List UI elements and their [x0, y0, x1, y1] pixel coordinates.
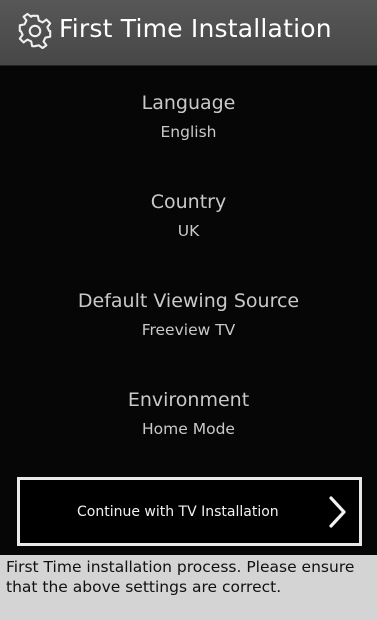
setting-language: Language English [0, 80, 377, 179]
help-text: First Time installation process. Please … [6, 558, 355, 596]
continue-button-label: Continue with TV Installation [77, 504, 279, 520]
setting-environment: Environment Home Mode [0, 377, 377, 476]
continue-button[interactable]: Continue with TV Installation [17, 477, 362, 546]
header-bar: First Time Installation [0, 0, 377, 66]
page-title: First Time Installation [59, 14, 332, 43]
first-time-installation-screen: First Time Installation Language English… [0, 0, 377, 620]
setting-label: Country [150, 191, 227, 213]
help-footer: First Time installation process. Please … [0, 555, 377, 620]
setting-label: Default Viewing Source [77, 290, 300, 312]
gear-icon [18, 12, 52, 50]
setting-value: Home Mode [142, 420, 235, 438]
setting-viewing-source: Default Viewing Source Freeview TV [0, 278, 377, 377]
setting-country: Country UK [0, 179, 377, 278]
setting-value: UK [177, 222, 200, 240]
setting-label: Language [141, 92, 236, 114]
setting-value: English [160, 123, 217, 141]
setting-value: Freeview TV [141, 321, 236, 339]
setting-label: Environment [127, 389, 250, 411]
chevron-right-icon [329, 496, 346, 528]
settings-summary: Language English Country UK Default View… [0, 80, 377, 476]
